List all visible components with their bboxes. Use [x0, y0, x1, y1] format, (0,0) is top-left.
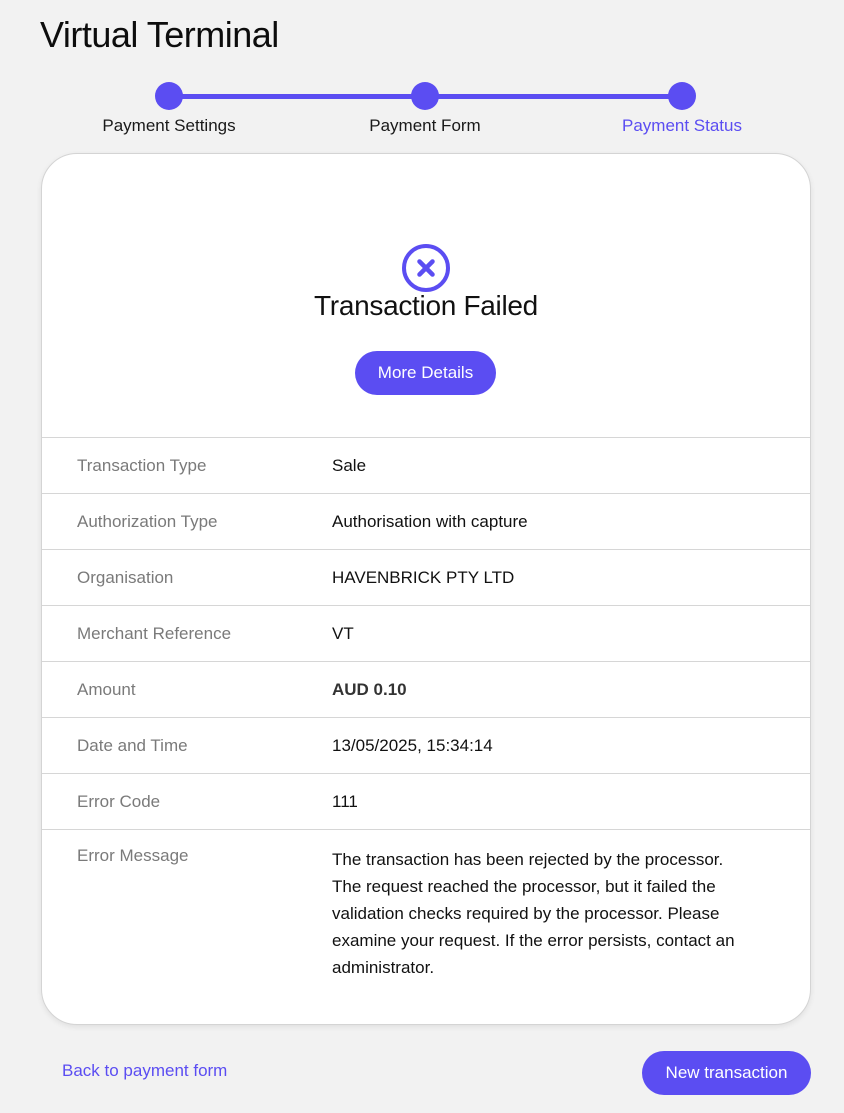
- step-label: Payment Form: [369, 116, 481, 135]
- detail-label: Error Message: [77, 846, 189, 865]
- step-payment-form[interactable]: Payment Form: [325, 82, 525, 136]
- detail-row-transaction-type: Transaction Type Sale: [42, 437, 810, 493]
- step-payment-status[interactable]: Payment Status: [582, 82, 782, 136]
- detail-value: Authorisation with capture: [332, 512, 528, 531]
- detail-value: The transaction has been rejected by the…: [332, 850, 735, 977]
- back-to-payment-form-link[interactable]: Back to payment form: [62, 1061, 227, 1081]
- step-label: Payment Settings: [102, 116, 236, 135]
- detail-row-organisation: Organisation HAVENBRICK PTY LTD: [42, 549, 810, 605]
- detail-label: Amount: [77, 679, 136, 699]
- detail-row-date-time: Date and Time 13/05/2025, 15:34:14: [42, 717, 810, 773]
- detail-row-error-code: Error Code 111: [42, 773, 810, 829]
- detail-value: HAVENBRICK PTY LTD: [332, 568, 515, 587]
- step-dot: [668, 82, 696, 110]
- detail-value: Sale: [332, 456, 367, 475]
- detail-label: Merchant Reference: [77, 623, 232, 643]
- detail-value: 13/05/2025, 15:34:14: [332, 736, 493, 755]
- step-payment-settings[interactable]: Payment Settings: [69, 82, 269, 136]
- more-details-button[interactable]: More Details: [355, 351, 496, 395]
- x-circle-icon: [402, 244, 450, 292]
- detail-row-error-message: Error Message The transaction has been r…: [42, 829, 810, 981]
- progress-stepper: Payment Settings Payment Form Payment St…: [0, 82, 844, 142]
- step-label: Payment Status: [621, 116, 742, 135]
- status-title: Transaction Failed: [314, 290, 538, 321]
- detail-label: Organisation: [77, 567, 174, 587]
- page-title: Virtual Terminal: [40, 14, 279, 55]
- detail-row-authorization-type: Authorization Type Authorisation with ca…: [42, 493, 810, 549]
- status-header: Transaction Failed More Details: [42, 154, 810, 438]
- detail-value: VT: [332, 624, 354, 643]
- detail-value: 111: [332, 792, 358, 811]
- detail-value: AUD 0.10: [332, 680, 407, 699]
- detail-row-amount: Amount AUD 0.10: [42, 661, 810, 717]
- details-table: Transaction Type Sale Authorization Type…: [42, 437, 810, 981]
- detail-label: Authorization Type: [77, 511, 218, 531]
- detail-label: Error Code: [77, 791, 161, 811]
- step-dot: [411, 82, 439, 110]
- step-dot: [155, 82, 183, 110]
- new-transaction-button[interactable]: New transaction: [642, 1051, 811, 1095]
- detail-row-merchant-reference: Merchant Reference VT: [42, 605, 810, 661]
- detail-label: Transaction Type: [77, 455, 207, 475]
- detail-label: Date and Time: [77, 735, 188, 755]
- transaction-status-card: Transaction Failed More Details Transact…: [41, 153, 811, 1025]
